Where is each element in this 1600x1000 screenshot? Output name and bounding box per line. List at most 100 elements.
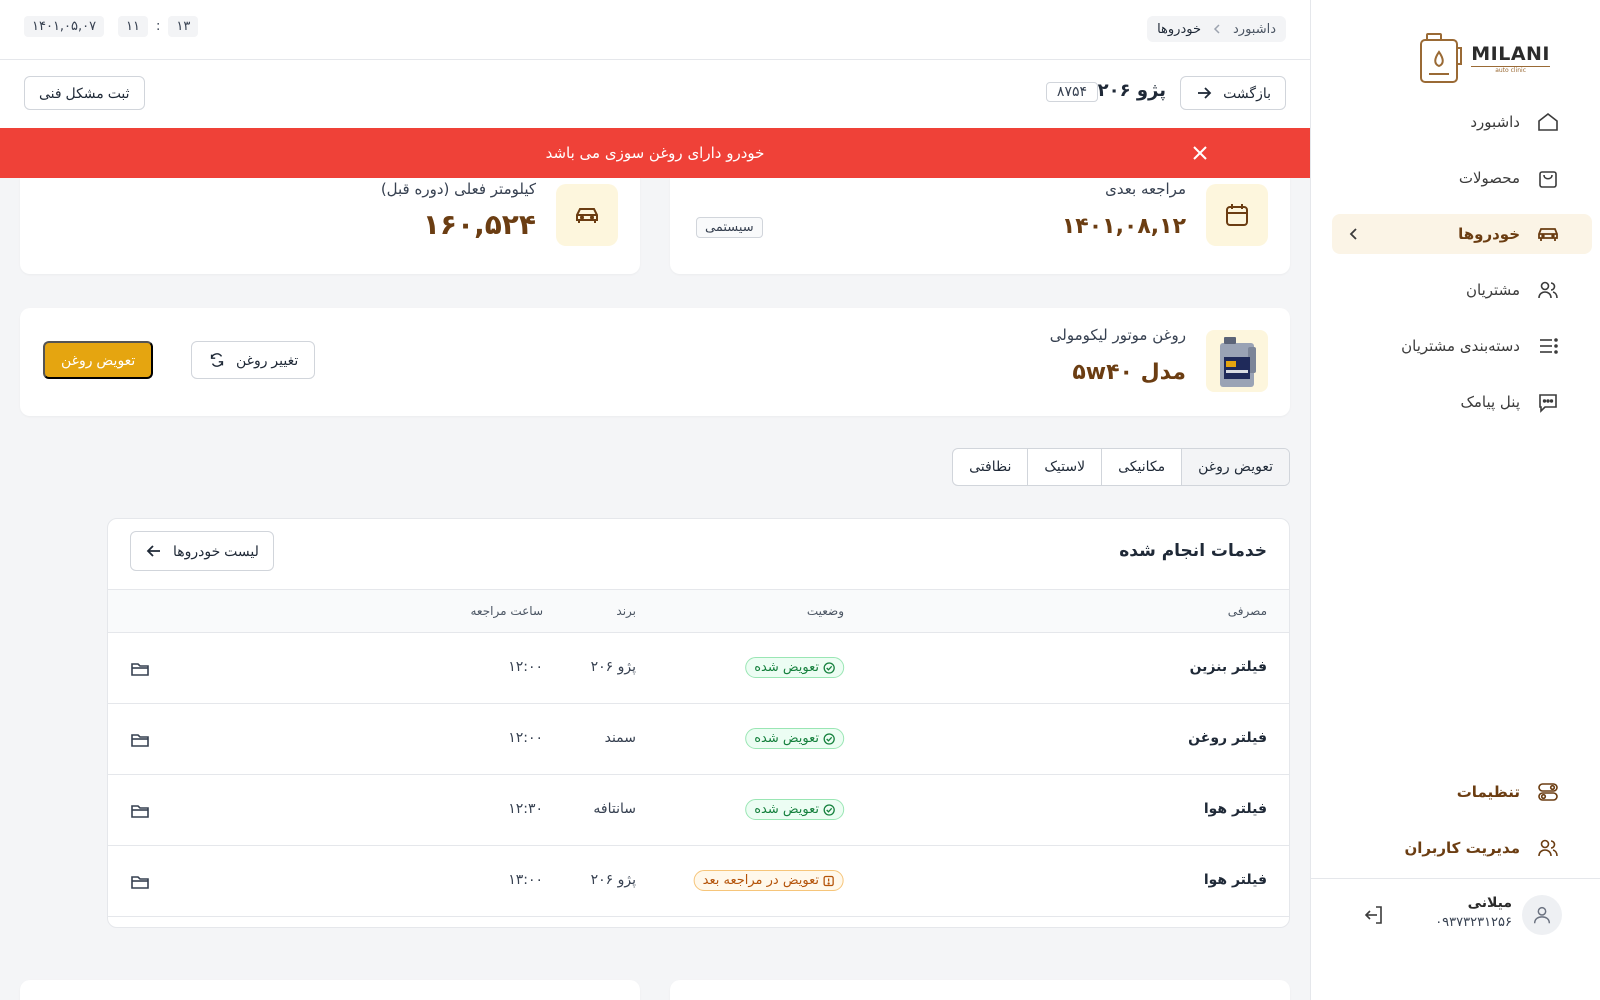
car-header: بازگشت پژو ۲۰۶ ۸۷۵۴ ثبت مشکل فنی xyxy=(0,60,1310,128)
status-text: تعویض شده xyxy=(754,731,819,746)
car-title: پژو ۲۰۶ xyxy=(1097,80,1166,101)
avatar[interactable] xyxy=(1522,895,1562,935)
system-tag: سیستمی xyxy=(696,217,763,238)
row-item: فیلتر روغن xyxy=(1188,730,1267,746)
table-row: فیلتر هوا تعویض در مراجعه بعد پژو ۲۰۶ ۱۳… xyxy=(108,846,1289,917)
row-brand: سمند xyxy=(604,730,636,746)
column-header-item: مصرفی xyxy=(1227,604,1267,618)
cars-list-button[interactable]: لیست خودروها xyxy=(130,531,274,571)
tab-oil-change[interactable]: تعویض روغن xyxy=(1181,449,1289,485)
register-tech-issue-button[interactable]: ثبت مشکل فنی xyxy=(24,76,145,110)
tab-cleaning[interactable]: نظافتی xyxy=(953,449,1027,485)
mileage-value: ۱۶۰,۵۲۴ xyxy=(422,208,536,241)
status-badge: تعویض شده xyxy=(745,799,844,820)
user-phone: ۰۹۳۷۳۲۳۱۲۵۶ xyxy=(1435,915,1512,930)
status-badge: تعویض در مراجعه بعد xyxy=(693,870,844,891)
folder-icon[interactable] xyxy=(130,872,150,892)
sidebar-item-user-management[interactable]: مدیریت کاربران xyxy=(1310,828,1600,868)
column-header-brand: برند xyxy=(616,604,636,618)
user-name: میلانی xyxy=(1467,895,1512,911)
service-tabs: تعویض روغن مکانیکی لاستیک نظافتی xyxy=(952,448,1290,486)
breadcrumb-item-dashboard[interactable]: داشبورد xyxy=(1233,22,1276,37)
bag-icon xyxy=(1536,166,1560,190)
oil-can-logo-icon xyxy=(1415,30,1463,86)
close-icon[interactable] xyxy=(1190,143,1210,163)
table-row: فیلتر بنزین تعویض شده پژو ۲۰۶ ۱۲:۰۰ xyxy=(108,633,1289,704)
main-content: داشبورد خودروها ۱۳ : ۱۱ ۱۴۰۱,۰۵,۰۷ بازگش… xyxy=(0,0,1310,1000)
status-text: تعویض در مراجعه بعد xyxy=(702,873,819,888)
oil-model: مدل ۵w۴۰ xyxy=(1072,360,1186,385)
row-brand: پژو ۲۰۶ xyxy=(590,659,636,675)
sidebar-item-sms-panel[interactable]: پنل پیامک xyxy=(1310,382,1600,422)
refresh-icon xyxy=(208,351,226,369)
column-header-time: ساعت مراجعه xyxy=(470,604,544,618)
back-button[interactable]: بازگشت xyxy=(1180,76,1286,110)
car-icon xyxy=(573,201,601,229)
sidebar-item-label: محصولات xyxy=(1458,169,1520,187)
users-icon xyxy=(1536,278,1560,302)
sidebar-item-cars[interactable]: خودروها xyxy=(1332,214,1592,254)
row-item: فیلتر بنزین xyxy=(1189,659,1267,675)
tab-mechanical[interactable]: مکانیکی xyxy=(1101,449,1181,485)
next-visit-date: ۱۴۰۱,۰۸,۱۲ xyxy=(1061,214,1186,239)
table-header: مصرفی وضعیت برند ساعت مراجعه xyxy=(108,589,1289,633)
chevron-left-icon xyxy=(1211,23,1223,35)
status-badge: تعویض شده xyxy=(745,728,844,749)
sidebar-item-customer-categories[interactable]: دسته‌بندی مشتریان xyxy=(1310,326,1600,366)
oil-card: روغن موتور لیکومولی مدل ۵w۴۰ تغییر روغن … xyxy=(20,308,1290,416)
plate-number: ۸۷۵۴ xyxy=(1045,82,1098,102)
row-time: ۱۲:۰۰ xyxy=(508,730,543,746)
oil-change-label: تغییر روغن xyxy=(236,351,299,368)
oil-name: روغن موتور لیکومولی xyxy=(1049,326,1186,344)
calendar-icon-tile xyxy=(1206,184,1268,246)
services-card: خدمات انجام شده لیست خودروها مصرفی وضعیت… xyxy=(107,518,1290,928)
bottom-card-left xyxy=(20,980,640,1000)
sidebar-item-label: مدیریت کاربران xyxy=(1404,839,1520,857)
status-text: تعویض شده xyxy=(754,802,819,817)
tab-tire[interactable]: لاستیک xyxy=(1027,449,1101,485)
table-row: فیلتر هوا تعویض شده سانتافه ۱۲:۳۰ xyxy=(108,775,1289,846)
sidebar-item-products[interactable]: محصولات xyxy=(1310,158,1600,198)
check-circle-icon xyxy=(823,803,835,816)
row-item: فیلتر هوا xyxy=(1203,872,1267,888)
back-button-label: بازگشت xyxy=(1223,84,1271,101)
logo[interactable]: MILANI auto clinic xyxy=(1415,30,1550,86)
row-brand: سانتافه xyxy=(593,801,636,817)
logo-subtext: auto clinic xyxy=(1471,65,1550,74)
list-icon xyxy=(1536,334,1560,358)
oil-bottle-image xyxy=(1206,330,1268,392)
clock-hour: ۱۳ xyxy=(168,16,199,37)
user-icon xyxy=(1531,904,1553,926)
sidebar-item-customers[interactable]: مشتریان xyxy=(1310,270,1600,310)
folder-icon[interactable] xyxy=(130,730,150,750)
user-profile: میلانی ۰۹۳۷۳۲۳۱۲۵۶ xyxy=(1310,878,1600,970)
chevron-left-icon xyxy=(1346,226,1362,242)
sidebar-item-label: خودروها xyxy=(1458,225,1520,243)
mileage-label: کیلومتر فعلی (دوره قبل) xyxy=(380,180,536,198)
clock-separator: : xyxy=(155,19,161,34)
sidebar: MILANI auto clinic داشبورد محصولات خودرو… xyxy=(1310,0,1600,1000)
home-icon xyxy=(1536,110,1560,134)
status-text: تعویض شده xyxy=(754,660,819,675)
breadcrumb: داشبورد خودروها xyxy=(1147,16,1286,42)
replace-oil-button[interactable]: تعویض روغن xyxy=(43,341,154,379)
change-oil-button[interactable]: تغییر روغن xyxy=(191,341,316,379)
breadcrumb-item-cars[interactable]: خودروها xyxy=(1157,22,1201,37)
logout-icon[interactable] xyxy=(1362,903,1386,927)
check-circle-icon xyxy=(823,732,835,745)
car-icon xyxy=(1536,222,1560,246)
list-button-label: لیست خودروها xyxy=(173,542,259,559)
sidebar-item-label: پنل پیامک xyxy=(1460,393,1520,411)
table-row: فیلتر روغن تعویض شده سمند ۱۲:۰۰ xyxy=(108,704,1289,775)
bottom-card-right xyxy=(670,980,1290,1000)
sidebar-item-label: تنظیمات xyxy=(1456,783,1520,801)
calendar-icon xyxy=(1223,201,1251,229)
folder-icon[interactable] xyxy=(130,801,150,821)
folder-icon[interactable] xyxy=(130,659,150,679)
arrow-left-icon xyxy=(145,542,163,560)
logo-text: MILANI xyxy=(1471,42,1550,65)
sidebar-item-settings[interactable]: تنظیمات xyxy=(1310,772,1600,812)
check-circle-icon xyxy=(823,661,835,674)
sidebar-item-dashboard[interactable]: داشبورد xyxy=(1310,102,1600,142)
mileage-card: کیلومتر فعلی (دوره قبل) ۱۶۰,۵۲۴ xyxy=(20,178,640,274)
